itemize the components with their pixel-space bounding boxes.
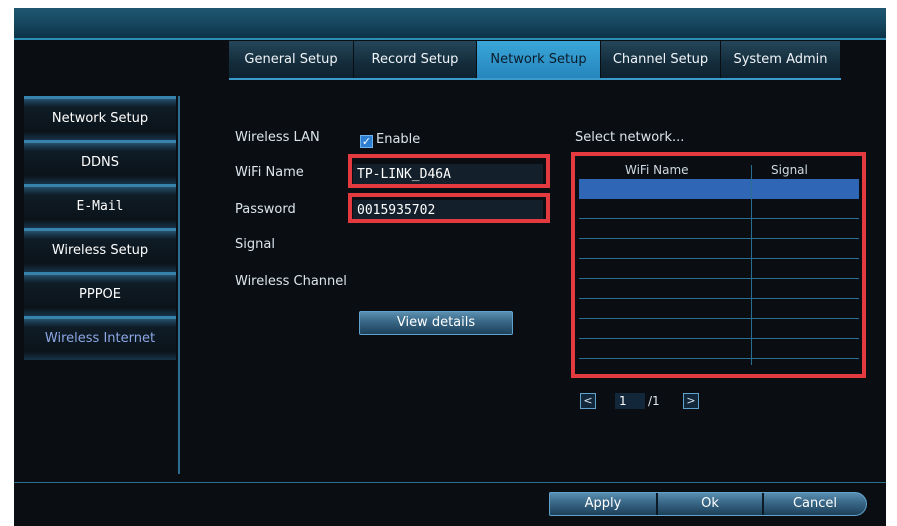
footer-divider bbox=[14, 482, 886, 483]
dvr-screen: General Setup Record Setup Network Setup… bbox=[14, 8, 886, 526]
wireless-lan-label: Wireless LAN bbox=[235, 130, 320, 145]
sidebar-item-pppoe[interactable]: PPPOE bbox=[24, 272, 176, 316]
tab-bar: General Setup Record Setup Network Setup… bbox=[229, 41, 841, 78]
wireless-channel-label: Wireless Channel bbox=[235, 274, 347, 289]
sidebar-item-label: Wireless Setup bbox=[51, 243, 149, 258]
total-pages-label: /1 bbox=[648, 394, 660, 408]
ok-button[interactable]: Ok bbox=[658, 493, 762, 515]
sidebar-item-email[interactable]: E-Mail bbox=[24, 184, 176, 228]
tab-system-admin[interactable]: System Admin bbox=[721, 41, 841, 78]
title-bar bbox=[14, 8, 886, 38]
password-highlight bbox=[348, 193, 550, 223]
sidebar-item-wireless-setup[interactable]: Wireless Setup bbox=[24, 228, 176, 272]
network-table-highlight bbox=[571, 152, 866, 378]
sidebar-item-network-setup[interactable]: Network Setup bbox=[24, 96, 176, 140]
tab-bar-underline bbox=[229, 78, 841, 80]
enable-label: Enable bbox=[376, 132, 421, 147]
tab-general-setup[interactable]: General Setup bbox=[229, 41, 354, 78]
wifi-name-label: WiFi Name bbox=[235, 165, 304, 180]
tab-channel-setup[interactable]: Channel Setup bbox=[601, 41, 721, 78]
prev-page-button[interactable]: < bbox=[580, 393, 596, 409]
sidebar-item-label: DDNS bbox=[81, 155, 119, 170]
select-network-label: Select network... bbox=[575, 130, 685, 145]
title-bar-divider bbox=[14, 38, 886, 40]
sidebar-divider bbox=[178, 96, 180, 474]
view-details-button[interactable]: View details bbox=[359, 311, 513, 335]
cancel-button[interactable]: Cancel bbox=[764, 493, 866, 515]
sidebar-item-label: PPPOE bbox=[79, 287, 121, 302]
next-page-button[interactable]: > bbox=[683, 393, 699, 409]
footer-button-bar: Apply Ok Cancel bbox=[549, 492, 867, 516]
sidebar-item-ddns[interactable]: DDNS bbox=[24, 140, 176, 184]
tab-record-setup[interactable]: Record Setup bbox=[354, 41, 477, 78]
signal-label: Signal bbox=[235, 237, 275, 252]
sidebar-item-label: E-Mail bbox=[76, 199, 124, 214]
password-label: Password bbox=[235, 202, 296, 217]
tab-network-setup[interactable]: Network Setup bbox=[477, 41, 601, 78]
sidebar-item-label: Network Setup bbox=[51, 111, 149, 126]
enable-checkbox[interactable]: ✓ bbox=[360, 135, 373, 148]
wifi-name-highlight bbox=[348, 154, 550, 188]
apply-button[interactable]: Apply bbox=[550, 493, 656, 515]
sidebar: Network Setup DDNS E-Mail Wireless Setup… bbox=[24, 96, 176, 360]
sidebar-item-label: Wireless Internet bbox=[44, 331, 156, 346]
page-number-input[interactable]: 1 bbox=[615, 393, 645, 409]
sidebar-item-wireless-internet[interactable]: Wireless Internet bbox=[24, 316, 176, 360]
